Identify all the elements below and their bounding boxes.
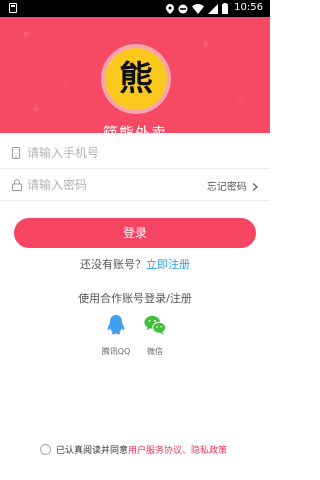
qq-label: 腾讯QQ xyxy=(101,347,131,356)
battery-icon xyxy=(222,3,228,14)
decor-icon: ✦ xyxy=(200,37,212,53)
status-bar: 10:56 xyxy=(0,0,270,17)
decor-icon: ✦ xyxy=(20,27,32,43)
header-banner: ✦ ✧ ✦ ✧ ✦ 熊 筷熊外卖 xyxy=(0,17,270,133)
password-input[interactable] xyxy=(27,173,197,197)
wechat-label: 微信 xyxy=(147,347,163,356)
qq-icon xyxy=(107,315,125,335)
wechat-icon xyxy=(144,315,166,335)
dnd-icon xyxy=(178,4,188,13)
status-time: 10:56 xyxy=(234,2,263,13)
forgot-password-link[interactable]: 忘记密码 xyxy=(207,178,258,193)
agreement-checkbox[interactable] xyxy=(40,444,51,455)
register-link[interactable]: 立即注册 xyxy=(146,258,190,271)
phone-icon xyxy=(12,147,20,159)
chevron-right-icon xyxy=(252,183,258,191)
partner-login-title: 使用合作账号登录/注册 xyxy=(78,292,192,305)
privacy-policy-link[interactable]: 隐私政策 xyxy=(191,443,227,456)
agreement-prefix: 已认真阅读并同意 xyxy=(56,446,129,456)
wifi-icon xyxy=(192,3,204,14)
qq-login[interactable]: 腾讯QQ xyxy=(96,314,136,357)
register-prompt: 还没有账号？立即注册 xyxy=(0,256,270,272)
phone-field xyxy=(0,137,270,169)
wechat-login[interactable]: 微信 xyxy=(135,314,175,357)
location-icon xyxy=(166,3,174,14)
decor-icon: ✧ xyxy=(235,92,247,108)
no-account-text: 还没有账号？ xyxy=(80,258,146,271)
login-button[interactable]: 登录 xyxy=(14,218,256,248)
app-notification-icon xyxy=(9,3,17,13)
app-logo: 熊 xyxy=(105,48,167,110)
signal-icon xyxy=(208,3,218,14)
agreement-separator: 、 xyxy=(182,446,192,456)
decor-icon: ✧ xyxy=(60,77,72,93)
password-field: 忘记密码 xyxy=(0,169,270,201)
phone-input[interactable] xyxy=(27,141,197,165)
forgot-password-label: 忘记密码 xyxy=(206,182,247,193)
app-name: 筷熊外卖 xyxy=(102,124,167,133)
decor-icon: ✦ xyxy=(30,102,42,118)
agreement-row: 已认真阅读并同意 用户服务协议 、 隐私政策 xyxy=(40,443,227,456)
lock-icon xyxy=(12,179,22,191)
logo-char: 熊 xyxy=(119,59,153,99)
service-agreement-link[interactable]: 用户服务协议 xyxy=(128,443,182,456)
